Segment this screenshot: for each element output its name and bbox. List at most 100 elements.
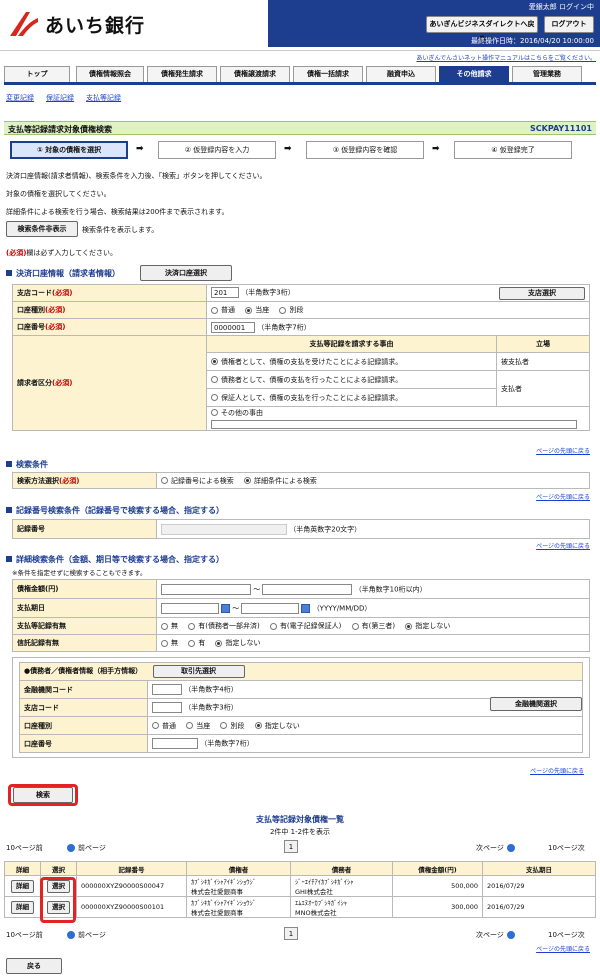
detail-button[interactable]: 詳細 — [11, 900, 34, 914]
counterparty-type-radio-touza[interactable] — [186, 722, 194, 729]
account-type-radio-betsudan[interactable] — [279, 306, 287, 314]
tab-admin[interactable]: 管理業務 — [512, 66, 582, 82]
direct-back-button[interactable]: あいぎんビジネスダイレクトへ戻る — [426, 16, 538, 43]
prev-link[interactable]: 前ページ — [78, 844, 106, 852]
amount-cell: 300,000 — [392, 896, 483, 918]
step-arrow-icon: ➡ — [432, 144, 440, 154]
account-type-radio-touza[interactable] — [245, 306, 253, 314]
payment-record-radio-none[interactable] — [161, 622, 168, 630]
results-title: 支払等記録対象債権一覧 — [256, 815, 344, 824]
detail-section-label: 詳細検索条件（金額、期日等で検索する場合、指定する） — [16, 555, 224, 564]
step-indicator: ① 対象の債権を選択 ➡ ② 仮登録内容を入力 ➡ ③ 仮登録内容を確認 ➡ ④… — [10, 141, 590, 159]
sublink-change[interactable]: 変更記録 — [6, 93, 34, 103]
counterparty-number-input[interactable] — [152, 738, 198, 749]
top-link[interactable]: ページの先頭に戻る — [536, 541, 590, 550]
reason-text: 保証人として、債権の支払を行ったことによる記録請求。 — [221, 393, 403, 402]
trust-record-label: 信託記録有無 — [12, 634, 157, 652]
tab-other[interactable]: その他請求 — [439, 66, 509, 82]
next-link[interactable]: 次ページ — [476, 931, 504, 939]
step-1: ① 対象の債権を選択 — [10, 141, 128, 159]
due-from-input[interactable] — [161, 602, 219, 614]
page-number[interactable]: 1 — [284, 927, 298, 940]
calendar-icon[interactable] — [301, 603, 311, 613]
branch-code-input[interactable]: 201 — [211, 286, 239, 298]
next-link[interactable]: 次ページ — [476, 844, 504, 852]
tab-issue[interactable]: 債権発生請求 — [147, 66, 217, 82]
debtor-cell: ｴﾑｴﾇｵｰｶﾌﾞｼｷｶﾞｲｼｬ MNO株式会社 — [290, 896, 393, 918]
account-type-label: 口座種別(必須) — [12, 301, 207, 319]
manual-link[interactable]: あいぎんでんさいネット操作マニュアルはこちらをご覧ください。 — [416, 53, 596, 62]
reason-radio-1[interactable] — [211, 358, 218, 365]
partner-select-button[interactable]: 取引先選択 — [152, 665, 245, 678]
tab-top[interactable]: トップ — [4, 66, 70, 82]
reason-radio-other[interactable] — [211, 409, 218, 417]
sublink-payment[interactable]: 支払等記録 — [86, 93, 121, 103]
amount-from-input[interactable] — [161, 583, 251, 595]
counterparty-number-hint: （半角数字7桁） — [200, 739, 254, 748]
prev-link[interactable]: 前ページ — [78, 931, 106, 939]
payment-record-label: 支払等記録有無 — [12, 617, 157, 635]
account-type-radio-futsu[interactable] — [211, 306, 218, 314]
counterparty-branch-input[interactable] — [152, 702, 182, 713]
account-select-button[interactable]: 決済口座選択 — [140, 265, 232, 281]
back-button[interactable]: 戻る — [6, 958, 62, 974]
bank-code-input[interactable] — [152, 684, 182, 695]
top-link[interactable]: ページの先頭に戻る — [536, 446, 590, 455]
search-button[interactable]: 検索 — [13, 787, 73, 803]
reason-radio-2[interactable] — [211, 376, 218, 383]
next10-link[interactable]: 10ページ次 — [548, 931, 585, 939]
required-mark: (必須) — [52, 289, 73, 297]
logout-button[interactable]: ログアウト — [544, 16, 594, 33]
account-section-label: 決済口座情報（請求者情報） — [16, 269, 120, 278]
account-number-input[interactable]: 0000001 — [211, 321, 255, 333]
tab-transfer[interactable]: 債権譲渡請求 — [220, 66, 290, 82]
payment-record-radio-third[interactable] — [351, 622, 359, 630]
prev-arrow-icon[interactable] — [67, 931, 75, 939]
radio-label: 別段 — [230, 721, 245, 730]
next10-link[interactable]: 10ページ次 — [548, 844, 585, 852]
page-number[interactable]: 1 — [284, 840, 298, 853]
reason-text: 債権者として、債権の支払を受けたことによる記録請求。 — [221, 357, 403, 366]
prev10-link[interactable]: 10ページ前 — [6, 844, 43, 852]
sublink-guarantee[interactable]: 保証記録 — [46, 93, 74, 103]
payment-record-radio-partial[interactable] — [188, 622, 196, 630]
trust-radio-yes[interactable] — [188, 639, 196, 647]
counterparty-type-radio-betsudan[interactable] — [220, 722, 228, 729]
trust-radio-none[interactable] — [161, 639, 168, 647]
record-number-input[interactable] — [161, 523, 287, 535]
top-link[interactable]: ページの先頭に戻る — [536, 944, 590, 953]
reason-other-input[interactable] — [211, 419, 577, 429]
counterparty-type-radio-any[interactable] — [254, 722, 262, 729]
trust-radio-any[interactable] — [215, 639, 223, 647]
search-by-detail-radio[interactable] — [244, 477, 252, 484]
reason-radio-3[interactable] — [211, 394, 218, 401]
tab-bulk[interactable]: 債権一括請求 — [293, 66, 363, 82]
calendar-icon[interactable] — [221, 603, 230, 613]
tab-inquiry[interactable]: 債権情報照会 — [76, 66, 144, 82]
account-section-title: 決済口座情報（請求者情報） — [6, 268, 120, 279]
instruction-3: 詳細条件による検索を行う場合、検索結果は200件まで表示されます。 — [6, 208, 229, 216]
amount-to-input[interactable] — [262, 583, 353, 595]
toggle-conditions-button[interactable]: 検索条件非表示 — [6, 221, 78, 237]
payment-record-radio-guarantor[interactable] — [269, 622, 277, 630]
radio-label: 指定しない — [264, 721, 300, 730]
tab-loan[interactable]: 融資申込 — [366, 66, 436, 82]
bank-select-button[interactable]: 金融機関選択 — [490, 697, 582, 711]
top-link[interactable]: ページの先頭に戻る — [536, 492, 590, 501]
top-link[interactable]: ページの先頭に戻る — [530, 766, 584, 775]
next-arrow-icon[interactable] — [506, 931, 515, 939]
branch-select-button[interactable]: 支店選択 — [499, 286, 585, 300]
creditor-cell: ｶﾌﾞｼｷｶﾞｲｼｬｱｲｷﾞﾝｼｮｳｼﾞ 株式会社愛銀商事 — [186, 875, 291, 897]
due-to-input[interactable] — [241, 602, 300, 614]
search-section-title: 検索条件 — [6, 459, 48, 470]
prev-arrow-icon[interactable] — [67, 844, 75, 852]
prev10-link[interactable]: 10ページ前 — [6, 931, 43, 939]
debtor-kana: ｼﾞｰｴｲﾁｱｲｶﾌﾞｼｷｶﾞｲｼｬ — [295, 878, 354, 886]
counterparty-type-radio-futsu[interactable] — [152, 722, 159, 729]
next-arrow-icon[interactable] — [506, 844, 515, 852]
bank-code-cell: （半角数字4桁） — [147, 680, 583, 699]
payment-record-radio-any[interactable] — [405, 622, 413, 630]
search-by-record-radio[interactable] — [161, 477, 168, 484]
detail-button[interactable]: 詳細 — [11, 879, 34, 893]
requester-type-label: 請求者区分(必須) — [12, 335, 207, 431]
